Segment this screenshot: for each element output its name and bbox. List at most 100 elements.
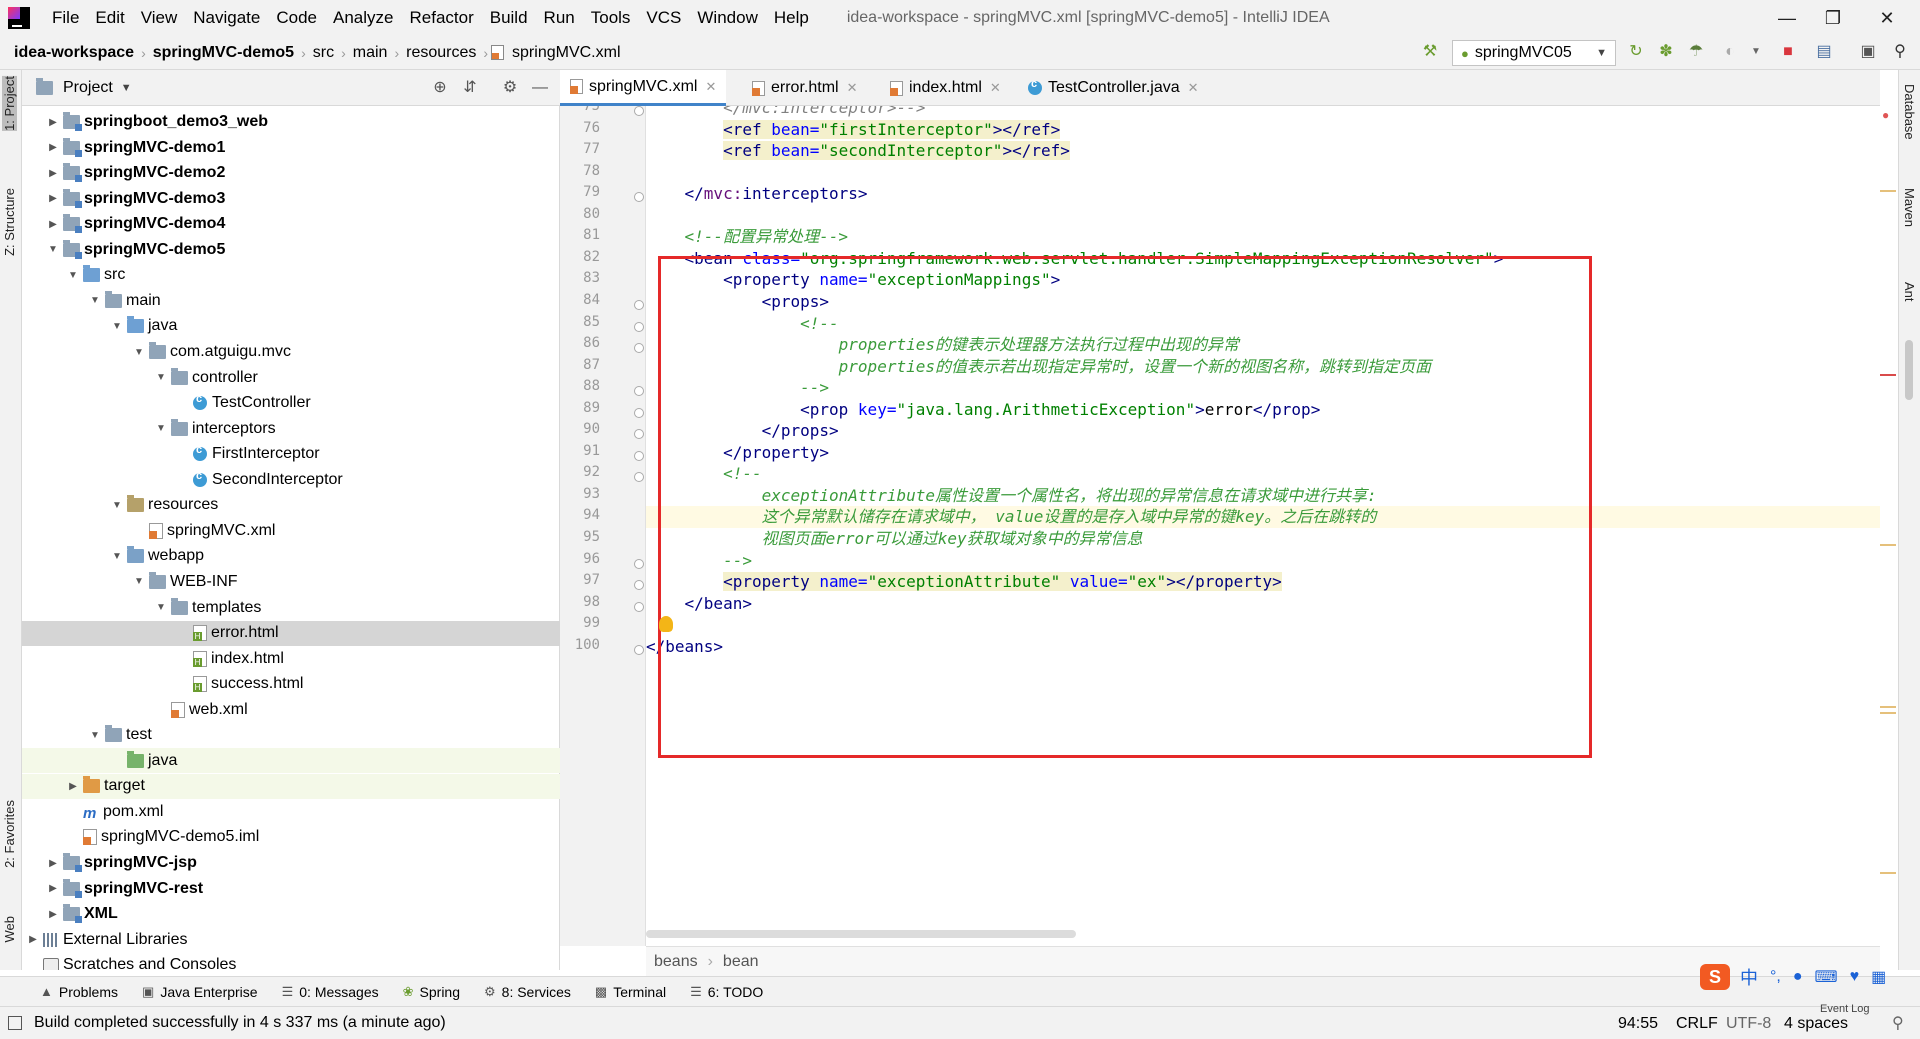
project-panel-title[interactable]: Project — [63, 79, 113, 97]
fold-marker-icon[interactable] — [634, 299, 644, 310]
menu-build[interactable]: Build — [482, 0, 536, 36]
debug-icon[interactable]: ✽ — [1654, 40, 1678, 64]
tree-item-html-file[interactable]: index.html — [22, 646, 560, 671]
tree-item-controller[interactable]: ▼ controller — [22, 365, 560, 390]
rerun-icon[interactable]: ↻ — [1624, 40, 1648, 64]
warning-mark[interactable] — [1880, 706, 1896, 708]
tab-problems[interactable]: ▲ Problems — [28, 984, 130, 1000]
tree-item-class[interactable]: TestController — [22, 391, 560, 416]
run-configuration-select[interactable]: ● springMVC05 ▼ — [1452, 40, 1616, 66]
chevron-down-icon[interactable]: ▼ — [121, 82, 132, 94]
tab-web[interactable]: Web — [2, 916, 17, 943]
tree-item-class[interactable]: SecondInterceptor — [22, 467, 560, 492]
close-icon[interactable]: ✕ — [1188, 80, 1199, 96]
project-structure-icon[interactable]: ▤ — [1812, 40, 1836, 64]
tab-project[interactable]: 1: Project — [2, 76, 17, 131]
tree-item-xml-file[interactable]: springMVC.xml — [22, 518, 560, 543]
tab-index-html[interactable]: index.html ✕ — [880, 70, 1011, 106]
close-icon[interactable]: ✕ — [847, 80, 858, 96]
tab-maven[interactable]: Maven — [1902, 188, 1917, 227]
tree-item-module[interactable]: ▼ springMVC-demo5 — [22, 237, 560, 262]
breadcrumb-main[interactable]: main — [349, 44, 392, 62]
tab-springmvc-xml[interactable]: springMVC.xml ✕ — [560, 70, 727, 106]
chevron-right-icon[interactable]: ▶ — [46, 883, 60, 894]
menu-vcs[interactable]: VCS — [638, 0, 689, 36]
tree-item-module[interactable]: ▶ springboot_demo3_web — [22, 110, 560, 135]
chevron-right-icon[interactable]: ▶ — [46, 142, 60, 153]
fold-marker-icon[interactable] — [634, 386, 644, 397]
chevron-right-icon[interactable]: ▶ — [26, 934, 40, 945]
tree-item-java[interactable]: ▼ java — [22, 314, 560, 339]
tree-item-iml[interactable]: springMVC-demo5.iml — [22, 825, 560, 850]
tree-item-external-libraries[interactable]: ▶ External Libraries — [22, 927, 560, 952]
tree-item-module[interactable]: ▶springboot_demo2_mybatis — [22, 106, 560, 109]
chevron-down-icon[interactable]: ▼ — [88, 295, 102, 306]
breadcrumb-workspace[interactable]: idea-workspace — [10, 44, 138, 62]
breadcrumb-module[interactable]: springMVC-demo5 — [149, 44, 298, 62]
punctuation-icon[interactable]: °, — [1770, 968, 1781, 986]
menu-navigate[interactable]: Navigate — [185, 0, 268, 36]
line-separator[interactable]: CRLF — [1676, 1007, 1718, 1039]
profile-icon[interactable]: ◐ — [1718, 40, 1742, 64]
tree-item-main[interactable]: ▼ main — [22, 288, 560, 313]
tree-item-module[interactable]: ▶ springMVC-jsp — [22, 851, 560, 876]
fold-marker-icon[interactable] — [634, 644, 644, 655]
tab-database[interactable]: Database — [1902, 84, 1917, 140]
tree-item-pom[interactable]: m pom.xml — [22, 799, 560, 824]
fold-marker-icon[interactable] — [634, 429, 644, 440]
tab-services[interactable]: ⚙ 8: Services — [472, 984, 583, 1000]
coverage-icon[interactable]: ☂ — [1684, 40, 1708, 64]
restore-icon[interactable]: ❐ — [1808, 0, 1858, 36]
lock-icon[interactable]: ⚲ — [1892, 1007, 1904, 1039]
gear-icon[interactable]: ⚙ — [498, 76, 522, 100]
close-icon[interactable]: ✕ — [705, 79, 716, 95]
fold-marker-icon[interactable] — [634, 558, 644, 569]
menu-view[interactable]: View — [133, 0, 186, 36]
tree-item-package[interactable]: ▼ com.atguigu.mvc — [22, 340, 560, 365]
caret-position[interactable]: 94:55 — [1618, 1007, 1658, 1039]
tree-item-templates[interactable]: ▼ templates — [22, 595, 560, 620]
chevron-right-icon[interactable]: ▶ — [46, 117, 60, 128]
menu-refactor[interactable]: Refactor — [401, 0, 481, 36]
tree-item-module[interactable]: ▶ springMVC-demo4 — [22, 212, 560, 237]
breadcrumb-src[interactable]: src — [309, 44, 338, 62]
chevron-down-icon[interactable]: ▼ — [88, 730, 102, 741]
tree-item-test[interactable]: ▼ test — [22, 723, 560, 748]
breadcrumb-beans[interactable]: beans — [654, 953, 698, 971]
tree-item-module[interactable]: ▶ springMVC-demo2 — [22, 161, 560, 186]
chevron-right-icon[interactable]: ▶ — [46, 909, 60, 920]
horizontal-scrollbar[interactable] — [646, 930, 1076, 938]
tree-item-interceptors[interactable]: ▼ interceptors — [22, 416, 560, 441]
menu-file[interactable]: File — [44, 0, 87, 36]
tree-item-html-file[interactable]: error.html — [22, 620, 560, 646]
tree-item-module[interactable]: ▶ springMVC-demo1 — [22, 135, 560, 160]
breadcrumb-resources[interactable]: resources — [402, 44, 480, 62]
tree-item-webapp[interactable]: ▼ webapp — [22, 544, 560, 569]
file-encoding[interactable]: UTF-8 — [1726, 1007, 1771, 1039]
warning-mark[interactable] — [1880, 712, 1896, 714]
menu-help[interactable]: Help — [766, 0, 817, 36]
chevron-down-icon[interactable]: ▼ — [66, 270, 80, 281]
ime-language-label[interactable]: 中 — [1740, 964, 1758, 990]
close-icon[interactable]: ✕ — [990, 80, 1001, 96]
fold-marker-icon[interactable] — [634, 321, 644, 332]
tree-item-module[interactable]: ▶ springMVC-demo3 — [22, 186, 560, 211]
stop-icon[interactable]: ■ — [1776, 40, 1800, 64]
warning-mark[interactable] — [1880, 544, 1896, 546]
fold-marker-icon[interactable] — [634, 450, 644, 461]
error-indicator-icon[interactable]: ● — [1882, 108, 1889, 122]
build-hammer-icon[interactable]: ⚒ — [1418, 40, 1442, 64]
chevron-down-icon[interactable]: ▼ — [46, 244, 60, 255]
chevron-down-icon[interactable]: ▼ — [132, 576, 146, 587]
layout-icon[interactable]: ▣ — [1856, 40, 1880, 64]
microphone-icon[interactable]: ● — [1793, 968, 1803, 986]
profile-dropdown-icon[interactable]: ▼ — [1744, 40, 1768, 64]
tab-favorites[interactable]: 2: Favorites — [2, 800, 17, 868]
tab-terminal[interactable]: ▩ Terminal — [583, 984, 678, 1000]
warning-mark[interactable] — [1880, 872, 1896, 874]
keyboard-icon[interactable]: ⌨ — [1815, 967, 1838, 987]
breadcrumb-file[interactable]: springMVC.xml — [508, 44, 624, 62]
locate-file-icon[interactable]: ⊕ — [428, 76, 452, 100]
tree-item-target[interactable]: ▶ target — [22, 773, 560, 799]
fold-marker-icon[interactable] — [634, 601, 644, 612]
